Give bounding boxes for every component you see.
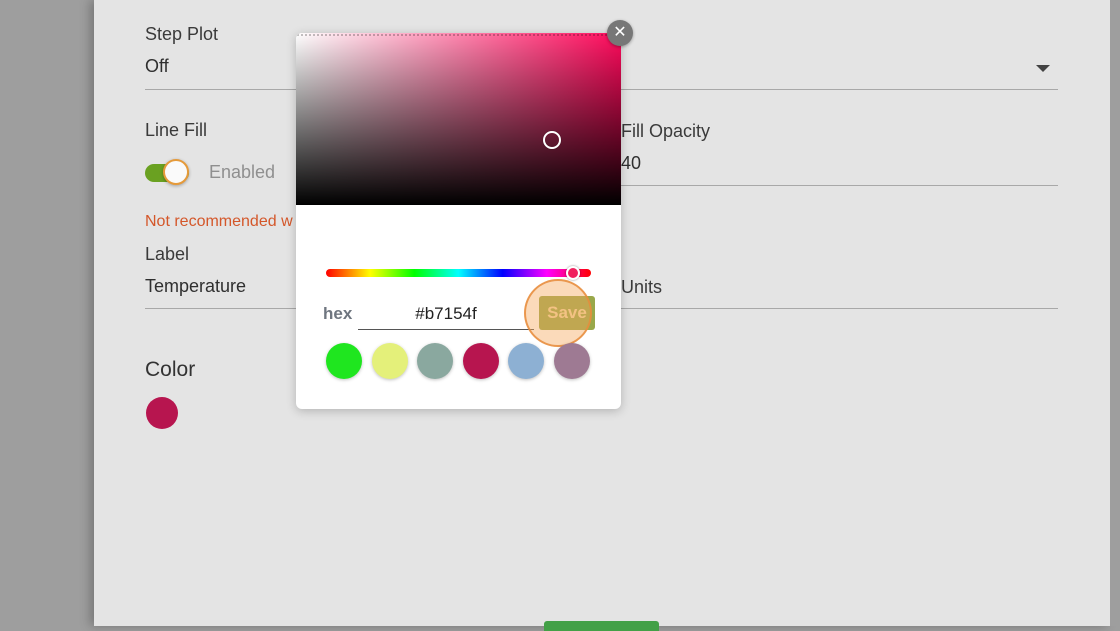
fill-opacity-underline	[621, 185, 1058, 186]
close-icon[interactable]: ✕	[607, 20, 633, 46]
label-field-label: Label	[145, 244, 190, 264]
current-color-swatch[interactable]	[146, 397, 178, 429]
save-button[interactable]: Save	[539, 296, 595, 330]
swatch-sage[interactable]	[417, 343, 453, 379]
color-picker-popover: hex Save	[296, 33, 621, 409]
hue-slider-handle[interactable]	[566, 266, 580, 280]
step-plot-label: Step Plot	[145, 24, 219, 44]
saturation-value-area[interactable]	[296, 33, 621, 205]
swatch-green[interactable]	[326, 343, 362, 379]
hue-slider[interactable]	[326, 269, 591, 277]
toggle-knob[interactable]	[163, 159, 189, 185]
saturation-handle[interactable]	[543, 131, 561, 149]
swatch-yellow[interactable]	[372, 343, 408, 379]
picker-top-edge	[296, 33, 621, 38]
chevron-down-icon[interactable]	[1036, 65, 1050, 72]
hex-label: hex	[323, 304, 353, 323]
step-plot-select[interactable]: Off	[145, 56, 169, 77]
swatch-crimson[interactable]	[463, 343, 499, 379]
label-input[interactable]: Temperature	[145, 276, 246, 297]
swatch-mauve[interactable]	[554, 343, 590, 379]
fill-opacity-label: Fill Opacity	[621, 121, 711, 141]
fill-warning-text: Not recommended w	[145, 213, 293, 230]
swatch-blue[interactable]	[508, 343, 544, 379]
line-fill-toggle-text: Enabled	[209, 162, 276, 182]
units-input[interactable]: Units	[621, 277, 662, 298]
hex-input[interactable]	[358, 299, 534, 330]
line-fill-label: Line Fill	[145, 120, 208, 140]
backdrop-edge	[1110, 0, 1120, 626]
primary-action-button[interactable]	[544, 621, 659, 631]
fill-opacity-input[interactable]: 40	[621, 153, 641, 174]
color-section-title: Color	[145, 358, 196, 381]
